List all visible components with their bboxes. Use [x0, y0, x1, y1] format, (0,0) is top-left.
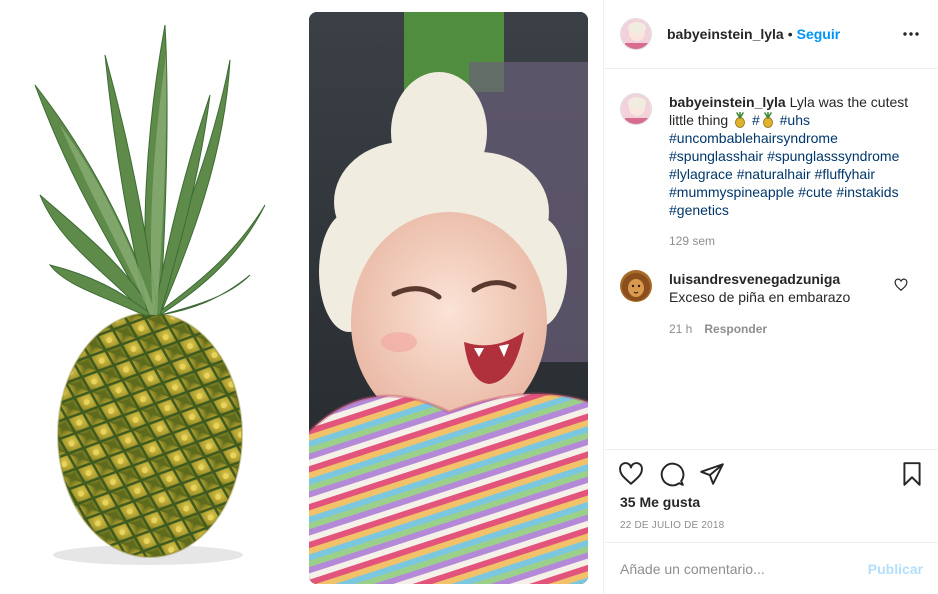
- baby-photo: [309, 12, 588, 584]
- caption-timestamp[interactable]: 129 sem: [669, 234, 715, 248]
- hashtag-link[interactable]: #fluffyhair: [815, 166, 875, 182]
- comment-item: luisandresvenegadzuniga Exceso de piña e…: [620, 270, 925, 306]
- add-comment-bar: Publicar: [604, 542, 938, 594]
- pineapple-emoji-icon: [760, 111, 776, 128]
- heart-icon[interactable]: [618, 461, 644, 487]
- caption-username[interactable]: babyeinstein_lyla: [669, 94, 786, 110]
- comment-icon[interactable]: [659, 461, 685, 487]
- hashtag-link[interactable]: #uhs: [780, 112, 810, 128]
- comment-meta: 21 h Responder: [669, 322, 767, 336]
- comment-text-block: luisandresvenegadzuniga Exceso de piña e…: [669, 270, 884, 306]
- hashtag-link[interactable]: #uncombablehairsyndrome: [669, 130, 838, 146]
- comment-text: Exceso de piña en embarazo: [669, 289, 851, 305]
- post-media[interactable]: [0, 0, 603, 594]
- action-bar: [604, 449, 938, 497]
- comment-timestamp[interactable]: 21 h: [669, 322, 692, 336]
- post-header: babyeinstein_lyla • Seguir: [604, 0, 938, 69]
- caption-text-block: babyeinstein_lyla Lyla was the cutest li…: [669, 93, 909, 219]
- hashtag-link[interactable]: #spunglasssyndrome: [767, 148, 899, 164]
- hashtag-link[interactable]: #cute: [798, 184, 832, 200]
- reply-button[interactable]: Responder: [704, 322, 767, 336]
- bookmark-icon[interactable]: [899, 461, 925, 487]
- comment-input[interactable]: [620, 560, 860, 577]
- caption-avatar[interactable]: [620, 93, 652, 125]
- hashtag-link[interactable]: #spunglasshair: [669, 148, 763, 164]
- post-side-panel: babyeinstein_lyla • Seguir babyeinstein_…: [603, 0, 938, 594]
- likes-count[interactable]: 35 Me gusta: [620, 494, 700, 510]
- author-avatar[interactable]: [620, 18, 652, 50]
- hashtag-link[interactable]: #mummyspineapple: [669, 184, 794, 200]
- hashtag-link[interactable]: #: [752, 112, 760, 128]
- paper-plane-icon[interactable]: [699, 461, 725, 487]
- commenter-avatar[interactable]: [620, 270, 652, 302]
- pineapple-image: [34, 24, 266, 565]
- author-username[interactable]: babyeinstein_lyla: [667, 26, 784, 42]
- post-date[interactable]: 22 DE JULIO DE 2018: [620, 520, 724, 531]
- post-caption: babyeinstein_lyla Lyla was the cutest li…: [620, 93, 920, 219]
- comment-username[interactable]: luisandresvenegadzuniga: [669, 271, 840, 287]
- separator-dot: •: [787, 26, 793, 42]
- publish-button[interactable]: Publicar: [868, 561, 923, 577]
- hashtag-link[interactable]: #naturalhair: [737, 166, 811, 182]
- comment-like-heart-icon[interactable]: [894, 278, 908, 292]
- hashtag-link[interactable]: #lylagrace: [669, 166, 733, 182]
- hashtag-link[interactable]: #instakids: [836, 184, 898, 200]
- pineapple-emoji-icon: [732, 111, 748, 128]
- hashtag-link[interactable]: #genetics: [669, 202, 729, 218]
- more-horizontal-icon[interactable]: [899, 22, 923, 46]
- follow-button[interactable]: Seguir: [797, 26, 841, 42]
